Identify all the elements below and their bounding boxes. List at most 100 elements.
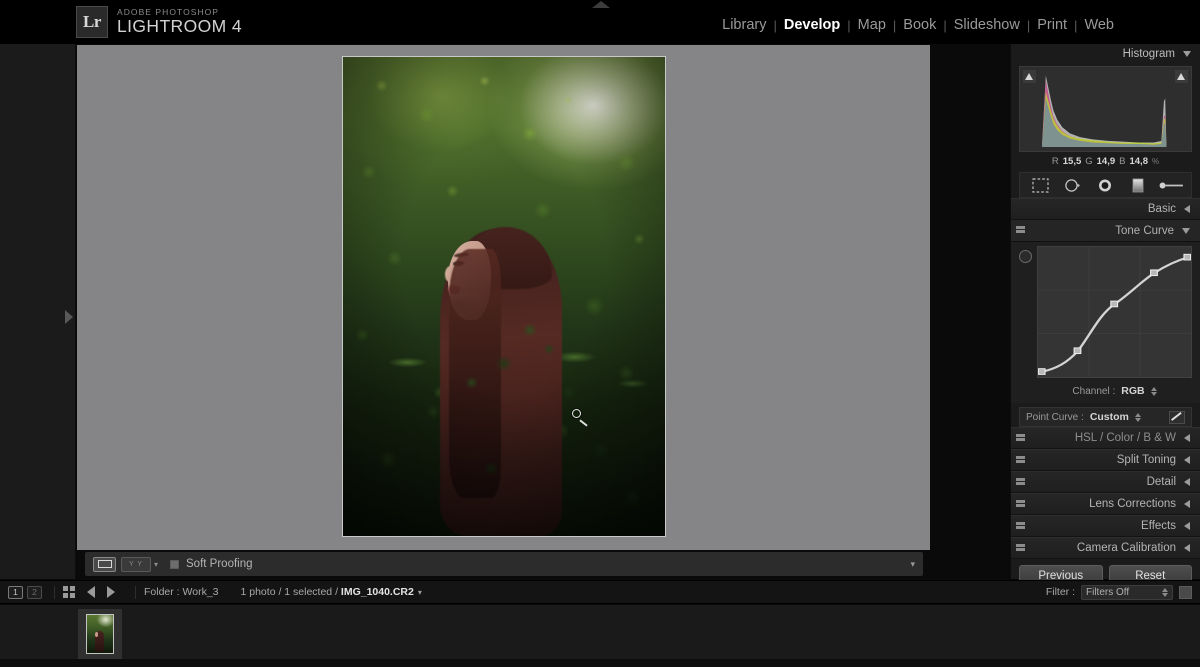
soft-proofing-checkbox[interactable] <box>170 559 180 569</box>
module-separator: | <box>773 17 777 33</box>
filter-stepper-icon[interactable] <box>1162 587 1168 597</box>
panel-header-tone-curve[interactable]: Tone Curve <box>1011 220 1200 242</box>
before-after-chevron-down-icon[interactable]: ▾ <box>154 560 158 569</box>
page-button-1[interactable]: 1 <box>8 585 23 599</box>
module-print[interactable]: Print <box>1037 17 1067 33</box>
detail-panel-switch[interactable] <box>1016 478 1025 487</box>
filmstrip-item[interactable] <box>78 609 122 659</box>
panel-header-detail[interactable]: Detail <box>1011 471 1200 493</box>
histogram-title: Histogram <box>1122 48 1175 60</box>
panel-header-camera-calibration[interactable]: Camera Calibration <box>1011 537 1200 559</box>
camera-calibration-panel-switch[interactable] <box>1016 544 1025 553</box>
filter-select[interactable]: Filters Off <box>1081 584 1173 600</box>
hsl-panel-switch[interactable] <box>1016 434 1025 443</box>
module-separator: | <box>847 17 851 33</box>
lens-corrections-panel-switch[interactable] <box>1016 500 1025 509</box>
lens-corrections-collapse-arrow-icon[interactable] <box>1184 500 1190 508</box>
panel-title-hsl: HSL / Color / B & W <box>1074 432 1176 444</box>
photo-frame[interactable] <box>342 56 666 537</box>
split-toning-panel-switch[interactable] <box>1016 456 1025 465</box>
histogram-r-value: 15,5 <box>1062 155 1082 167</box>
module-web[interactable]: Web <box>1084 17 1114 33</box>
panel-title-lens-corrections: Lens Corrections <box>1089 498 1176 510</box>
point-curve-value[interactable]: Custom <box>1090 411 1129 423</box>
histogram-chevron-down-icon[interactable] <box>1183 51 1191 57</box>
filmstrip <box>0 605 1200 667</box>
adjustment-brush-tool-icon[interactable] <box>1159 176 1183 194</box>
targeted-adjustment-tool-icon[interactable] <box>1019 250 1032 263</box>
point-curve-stepper-icon[interactable] <box>1134 412 1141 422</box>
tone-curve-graph[interactable] <box>1037 246 1192 378</box>
tone-curve-chevron-down-icon[interactable] <box>1182 227 1190 234</box>
hsl-collapse-arrow-icon[interactable] <box>1184 434 1190 442</box>
module-library[interactable]: Library <box>722 17 766 33</box>
filter-value: Filters Off <box>1086 586 1130 598</box>
panel-title-tone-curve: Tone Curve <box>1115 224 1174 237</box>
module-separator: | <box>943 17 947 33</box>
histogram-header[interactable]: Histogram <box>1011 44 1200 64</box>
spot-removal-tool-icon[interactable] <box>1061 176 1085 194</box>
right-panel: Histogram R 15,5 G 14,9 B 14,8 % Basic T… <box>1010 44 1200 587</box>
module-slideshow[interactable]: Slideshow <box>954 17 1020 33</box>
split-toning-collapse-arrow-icon[interactable] <box>1184 456 1190 464</box>
tone-curve-body: Channel : RGB <box>1011 242 1200 403</box>
filmstrip-thumbnail[interactable] <box>86 614 114 654</box>
previous-photo-arrow-icon[interactable] <box>87 586 95 598</box>
top-panel-collapse-arrow-icon[interactable] <box>592 1 610 9</box>
app-branding: Lr ADOBE PHOTOSHOP LIGHTROOM 4 <box>76 6 242 38</box>
panel-header-hsl-color-bw[interactable]: HSL / Color / B & W <box>1011 427 1200 449</box>
panel-header-lens-corrections[interactable]: Lens Corrections <box>1011 493 1200 515</box>
panel-header-split-toning[interactable]: Split Toning <box>1011 449 1200 471</box>
image-canvas[interactable] <box>77 45 930 550</box>
effects-panel-switch[interactable] <box>1016 522 1025 531</box>
loupe-view-button[interactable] <box>93 556 116 572</box>
panel-title-split-toning: Split Toning <box>1116 454 1176 466</box>
before-after-view-button[interactable]: Y Y <box>121 556 151 572</box>
basic-collapse-arrow-icon[interactable] <box>1184 205 1190 213</box>
tone-curve-channel-row: Channel : RGB <box>1019 385 1192 397</box>
toolbar-options-chevron-down-icon[interactable]: ▾ <box>910 559 915 570</box>
histogram-chart[interactable] <box>1019 66 1192 152</box>
camera-calibration-collapse-arrow-icon[interactable] <box>1184 544 1190 552</box>
module-separator: | <box>1074 17 1078 33</box>
shadow-clipping-indicator-icon[interactable] <box>1023 70 1036 83</box>
panel-title-detail: Detail <box>1146 476 1176 488</box>
histogram-b-label: B <box>1119 155 1126 167</box>
histogram-r-label: R <box>1051 155 1059 167</box>
panel-header-basic[interactable]: Basic <box>1011 198 1200 220</box>
channel-stepper-icon[interactable] <box>1150 386 1157 396</box>
histogram-b-value: 14,8 <box>1129 155 1148 167</box>
edit-point-curve-icon[interactable] <box>1169 410 1185 424</box>
left-panel-expand-arrow-icon[interactable] <box>62 294 76 340</box>
panel-header-effects[interactable]: Effects <box>1011 515 1200 537</box>
next-photo-arrow-icon[interactable] <box>107 586 115 598</box>
module-develop[interactable]: Develop <box>784 17 840 33</box>
tone-curve-svg <box>1038 247 1191 377</box>
graduated-filter-tool-icon[interactable] <box>1126 176 1150 194</box>
channel-value[interactable]: RGB <box>1121 385 1144 397</box>
develop-tool-strip <box>1019 172 1192 198</box>
filter-area: Filter : Filters Off <box>1046 584 1192 600</box>
module-map[interactable]: Map <box>858 17 886 33</box>
point-curve-label: Point Curve : <box>1026 411 1084 423</box>
effects-collapse-arrow-icon[interactable] <box>1184 522 1190 530</box>
folder-label[interactable]: Folder : Work_3 <box>144 586 219 598</box>
status-divider <box>135 585 136 599</box>
channel-label: Channel : <box>1072 385 1116 397</box>
filename-chevron-down-icon[interactable]: ▾ <box>418 588 422 597</box>
current-filename[interactable]: IMG_1040.CR2 <box>341 586 414 598</box>
brush-cursor-icon <box>571 409 581 419</box>
filter-toggle-button[interactable] <box>1179 585 1192 599</box>
crop-overlay-tool-icon[interactable] <box>1028 176 1052 194</box>
module-book[interactable]: Book <box>903 17 936 33</box>
detail-collapse-arrow-icon[interactable] <box>1184 478 1190 486</box>
filmstrip-bottom-edge <box>0 659 1200 667</box>
page-button-2[interactable]: 2 <box>27 585 42 599</box>
photo-preview <box>343 57 665 536</box>
highlight-clipping-indicator-icon[interactable] <box>1175 70 1188 83</box>
histogram-rgb-readout: R 15,5 G 14,9 B 14,8 % <box>1011 153 1200 169</box>
module-separator: | <box>1026 17 1031 33</box>
tone-curve-panel-switch[interactable] <box>1016 226 1025 235</box>
grid-view-icon[interactable] <box>63 586 75 598</box>
red-eye-correction-tool-icon[interactable] <box>1093 176 1117 194</box>
